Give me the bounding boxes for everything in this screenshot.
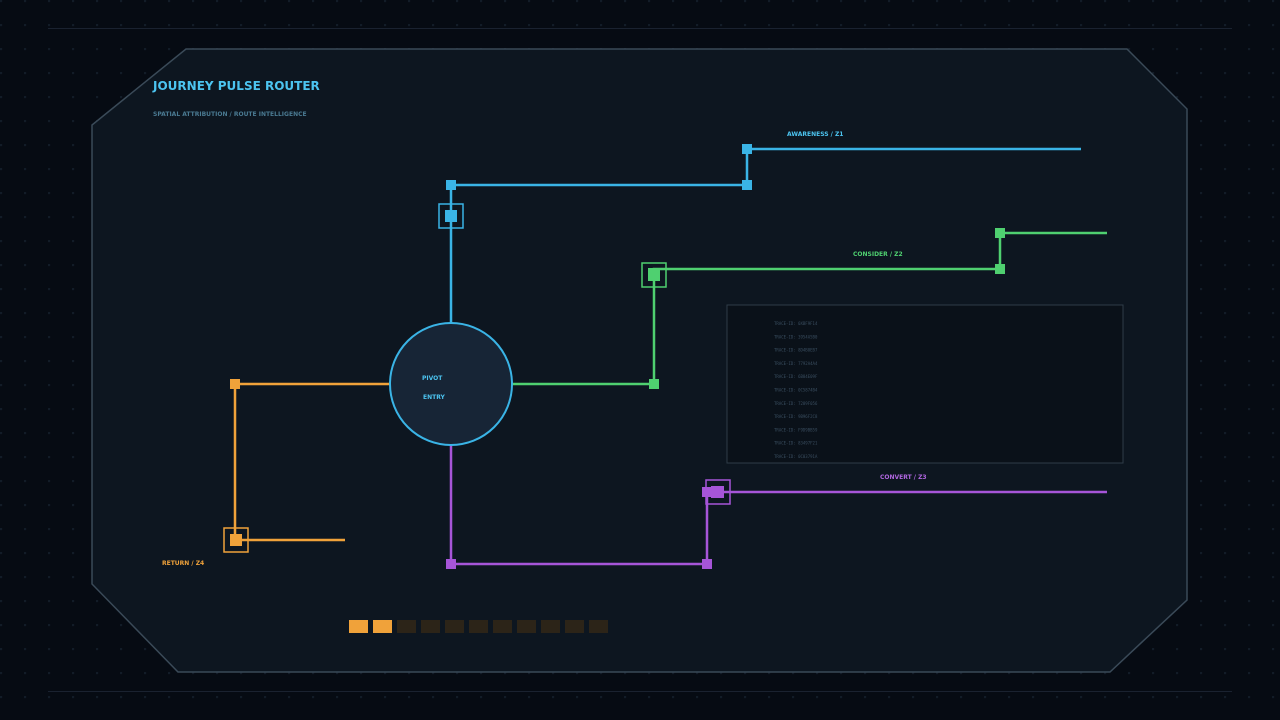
route-return-label: RETURN / Z4 xyxy=(162,560,204,567)
pulse-block-inactive xyxy=(445,620,464,633)
route-return-node[interactable] xyxy=(230,379,240,389)
route-convert-node[interactable] xyxy=(702,559,712,569)
trace-log-line: TRACE-ID: 7792A4A4 xyxy=(774,361,818,366)
pulse-meter xyxy=(349,620,608,633)
pulse-block-inactive xyxy=(469,620,488,633)
hub-label-entry: ENTRY xyxy=(423,394,446,401)
pulse-block-inactive xyxy=(493,620,512,633)
route-convert-label: CONVERT / Z3 xyxy=(880,474,927,481)
route-consider-label: CONSIDER / Z2 xyxy=(853,251,903,258)
route-convert-node[interactable] xyxy=(446,559,456,569)
pulse-block-inactive xyxy=(565,620,584,633)
route-awareness-node[interactable] xyxy=(742,144,752,154)
route-convert-node[interactable] xyxy=(702,487,712,497)
hub-circle[interactable] xyxy=(389,322,513,446)
trace-log-line: TRACE-ID: F9D9BB59 xyxy=(774,427,818,432)
dashboard-stage: JOURNEY PULSE ROUTER SPATIAL ATTRIBUTION… xyxy=(0,0,1280,720)
trace-log-line: TRACE-ID: 6B84E09F xyxy=(774,374,818,379)
route-awareness-gateway-node[interactable] xyxy=(445,210,457,222)
route-awareness-label: AWARENESS / Z1 xyxy=(787,131,843,138)
trace-log-line: TRACE-ID: 0XBF9F14 xyxy=(774,321,818,326)
pulse-block-inactive xyxy=(517,620,536,633)
trace-log-line: TRACE-ID: 7289F056 xyxy=(774,401,818,406)
route-consider-gateway-node[interactable] xyxy=(648,268,660,281)
trace-log-line: TRACE-ID: 8D4B8EB7 xyxy=(774,348,818,353)
panel-subtitle: SPATIAL ATTRIBUTION / ROUTE INTELLIGENCE xyxy=(153,111,307,118)
pivot-hub[interactable]: PIVOT ENTRY xyxy=(389,322,513,446)
trace-log-box xyxy=(726,304,1124,464)
panel-title: JOURNEY PULSE ROUTER xyxy=(152,79,320,93)
trace-log-line: TRACE-ID: 0C5874B4 xyxy=(774,388,818,393)
route-consider-node[interactable] xyxy=(995,228,1005,238)
hub-label-pivot: PIVOT xyxy=(422,375,443,382)
pulse-block-active xyxy=(373,620,392,633)
route-return-gateway-node[interactable] xyxy=(230,534,242,546)
route-consider-node[interactable] xyxy=(995,264,1005,274)
trace-log-line: TRACE-ID: 9B96F2C8 xyxy=(774,414,818,419)
pulse-block-inactive xyxy=(397,620,416,633)
route-awareness-node[interactable] xyxy=(742,180,752,190)
route-awareness-node[interactable] xyxy=(446,180,456,190)
trace-log-line: TRACE-ID: 0C03791A xyxy=(774,454,818,459)
route-diagram: JOURNEY PULSE ROUTER SPATIAL ATTRIBUTION… xyxy=(91,48,1188,673)
pulse-block-inactive xyxy=(421,620,440,633)
trace-log-line: TRACE-ID: 83497F21 xyxy=(774,441,818,446)
trace-log-line: TRACE-ID: 3954A5B0 xyxy=(774,334,818,339)
route-convert-gateway-node[interactable] xyxy=(711,486,724,498)
pulse-block-active xyxy=(349,620,368,633)
pulse-block-inactive xyxy=(589,620,608,633)
route-consider-node[interactable] xyxy=(649,379,659,389)
pulse-block-inactive xyxy=(541,620,560,633)
